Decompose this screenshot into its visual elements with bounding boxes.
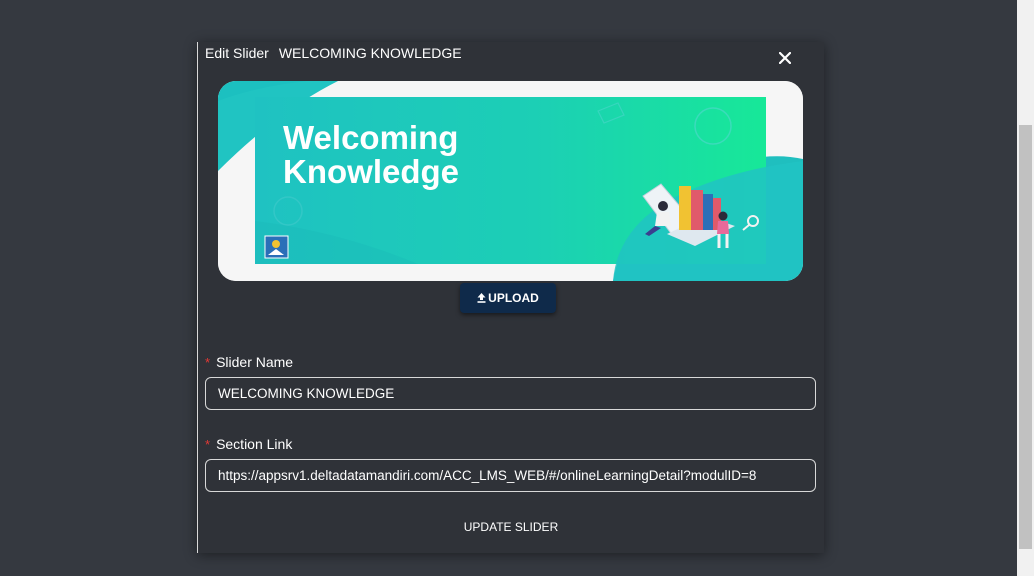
upload-button[interactable]: UPLOAD xyxy=(460,283,556,313)
section-link-input[interactable] xyxy=(205,459,816,492)
section-link-label: * Section Link xyxy=(205,436,292,452)
page-scrollbar-thumb[interactable] xyxy=(1019,125,1032,549)
update-slider-button[interactable]: UPDATE SLIDER xyxy=(198,520,824,534)
slider-name-label-text: Slider Name xyxy=(216,354,294,370)
modal-slider-name: WELCOMING KNOWLEDGE xyxy=(278,45,462,61)
close-icon xyxy=(779,52,791,64)
required-marker: * xyxy=(205,437,211,452)
slider-name-input[interactable] xyxy=(205,377,816,410)
banner-line1: Welcoming xyxy=(283,119,458,156)
slider-name-label: * Slider Name xyxy=(205,354,293,370)
banner-image: Welcoming Knowledge xyxy=(218,81,803,281)
close-button[interactable] xyxy=(776,49,794,67)
modal-title: Edit Slider WELCOMING KNOWLEDGE xyxy=(205,45,462,61)
edit-slider-modal: Edit Slider WELCOMING KNOWLEDGE Welcomin… xyxy=(197,42,824,553)
upload-icon xyxy=(477,293,486,303)
modal-title-text: Edit Slider xyxy=(205,45,269,61)
banner-line2: Knowledge xyxy=(283,153,459,190)
upload-label: UPLOAD xyxy=(488,291,539,305)
section-link-label-text: Section Link xyxy=(216,436,293,452)
slider-image-preview: Welcoming Knowledge xyxy=(218,81,803,281)
required-marker: * xyxy=(205,355,211,370)
